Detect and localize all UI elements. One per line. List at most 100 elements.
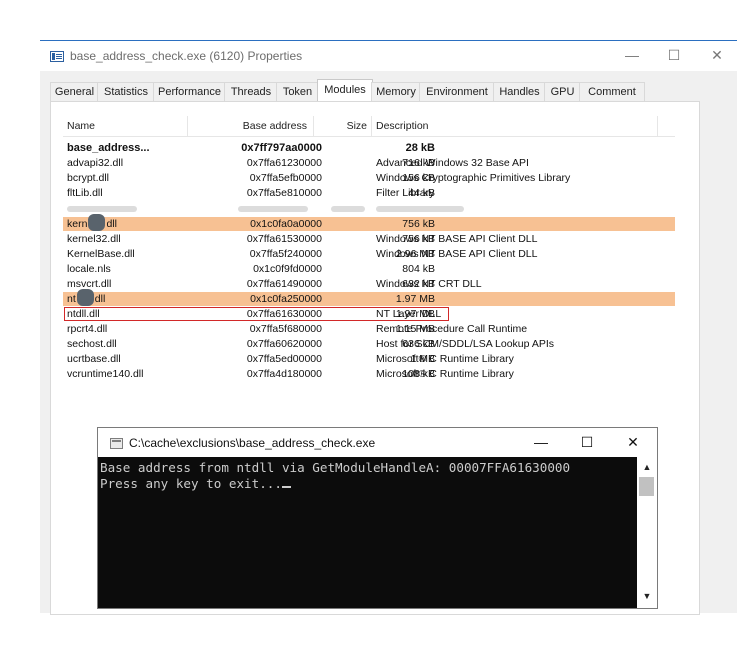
module-name: vcruntime140.dll [67,368,144,380]
tab-gpu[interactable]: GPU [544,82,581,101]
module-base-address: 0x7ffa60620000 [246,338,322,350]
module-base-address: 0x1c0f9fd0000 [253,263,322,275]
scroll-down-arrow-icon[interactable]: ▼ [637,590,657,602]
column-header-size[interactable]: Size [347,120,367,132]
column-divider[interactable] [313,116,314,136]
module-base-address: 0x7ffa61530000 [246,233,322,245]
redacted-description [376,202,464,216]
module-base-address: 0x1c0fa0a0000 [250,218,322,230]
module-row[interactable]: bcrypt.dll 0x7ffa5efb0000 156 kB Windows… [63,171,675,185]
close-button[interactable]: ✕ [697,41,737,71]
module-description: Microsoft® C Runtime Library [376,368,514,380]
tab-statistics[interactable]: Statistics [97,82,155,101]
module-description: Windows NT CRT DLL [376,278,482,290]
scroll-up-arrow-icon[interactable]: ▲ [637,461,657,473]
module-base-address: 0x7ffa61230000 [246,157,322,169]
module-row[interactable]: locale.nls 0x1c0f9fd0000 804 kB [63,262,675,276]
properties-window-title: base_address_check.exe (6120) Properties [70,49,303,63]
console-output[interactable]: Base address from ntdll via GetModuleHan… [98,457,636,608]
module-base-address: 0x7ffa4d180000 [246,368,322,380]
console-line: Press any key to exit... [100,476,291,491]
window-app-icon [50,51,64,62]
column-header-base-address[interactable]: Base address [243,120,307,132]
module-name: locale.nls [67,263,111,275]
redaction-mask [76,288,94,306]
text-cursor [281,486,291,488]
module-row[interactable]: vcruntime140.dll 0x7ffa4d180000 108 kB M… [63,367,675,381]
module-row[interactable]: base_address... 0x7ff797aa0000 28 kB [63,141,675,155]
module-base-address: 0x7ffa5e810000 [246,187,322,199]
module-name: advapi32.dll [67,157,124,169]
redaction-mask [88,213,106,231]
tab-environment[interactable]: Environment [419,82,495,101]
module-description: Remote Procedure Call Runtime [376,323,528,335]
module-name: nt dll [67,288,105,306]
module-description: Windows NT BASE API Client DLL [376,233,538,245]
module-row[interactable]: msvcrt.dll 0x7ffa61490000 632 kB Windows… [63,277,675,291]
modules-list[interactable]: Name Base address Size Description base_… [63,116,681,426]
column-divider[interactable] [371,116,372,136]
console-scrollbar[interactable]: ▲ ▼ [637,457,657,608]
module-base-address: 0x7ffa61630000 [246,308,322,320]
module-row[interactable]: advapi32.dll 0x7ffa61230000 716 kB Advan… [63,156,675,170]
module-name: kern dll [67,213,117,231]
module-description: Microsoft® C Runtime Library [376,353,514,365]
console-icon [110,438,123,449]
module-base-address: 0x7ffa5f240000 [249,248,322,260]
maximize-button[interactable]: ☐ [654,41,694,71]
module-row[interactable]: ucrtbase.dll 0x7ffa5ed00000 1 MB Microso… [63,352,675,366]
module-name: rpcrt4.dll [67,323,108,335]
tab-performance[interactable]: Performance [153,82,226,101]
module-name: ntdll.dll [67,308,100,320]
module-size: 1.97 MB [395,293,435,305]
module-base-address: 0x7ffa61490000 [246,278,322,290]
console-window-title: C:\cache\exclusions\base_address_check.e… [129,436,376,450]
column-header-name[interactable]: Name [67,120,95,132]
console-window: C:\cache\exclusions\base_address_check.e… [97,427,658,609]
console-title-bar[interactable]: C:\cache\exclusions\base_address_check.e… [98,428,657,457]
column-divider[interactable] [657,116,658,136]
module-description: Windows NT BASE API Client DLL [376,248,538,260]
module-name: base_address... [67,142,150,154]
console-close-button[interactable]: ✕ [610,428,656,457]
module-name: bcrypt.dll [67,172,110,184]
module-size: 28 kB [405,142,435,154]
module-row-highlighted[interactable]: kern dll 0x1c0fa0a0000 756 kB [63,213,675,231]
module-row[interactable]: KernelBase.dll 0x7ffa5f240000 2.96 MB Wi… [63,247,675,261]
module-description: Advanced Windows 32 Base API [376,157,529,169]
column-header-description[interactable]: Description [376,120,429,132]
module-row[interactable]: kernel32.dll 0x7ffa61530000 756 kB Windo… [63,232,675,246]
module-row-selected[interactable]: ntdll.dll 0x7ffa61630000 1.97 MB NT Laye… [63,307,675,321]
tab-handles[interactable]: Handles [493,82,546,101]
scroll-thumb[interactable] [639,477,654,496]
module-row-redacted[interactable] [63,202,675,216]
module-description: NT Layer DLL [376,308,442,320]
module-base-address: 0x7ffa5f680000 [249,323,322,335]
module-description: Filter Library [376,187,435,199]
console-maximize-button[interactable]: ☐ [564,428,610,457]
module-base-address: 0x7ffa5efb0000 [249,172,322,184]
module-row[interactable]: fltLib.dll 0x7ffa5e810000 44 kB Filter L… [63,186,675,200]
module-row[interactable]: sechost.dll 0x7ffa60620000 636 kB Host f… [63,337,675,351]
tab-general[interactable]: General [50,82,99,101]
module-name: ucrtbase.dll [67,353,121,365]
module-size: 804 kB [402,263,435,275]
module-description: Windows Cryptographic Primitives Library [376,172,571,184]
module-name: sechost.dll [67,338,117,350]
properties-title-bar[interactable]: base_address_check.exe (6120) Properties… [40,41,737,71]
tab-threads[interactable]: Threads [224,82,278,101]
module-row[interactable]: rpcrt4.dll 0x7ffa5f680000 1.15 MB Remote… [63,322,675,336]
tab-modules[interactable]: Modules [317,79,373,102]
console-minimize-button[interactable]: — [518,428,564,457]
module-name: fltLib.dll [67,187,103,199]
redacted-size [331,202,365,216]
tab-token[interactable]: Token [276,82,319,101]
minimize-button[interactable]: — [612,41,652,71]
tab-comment[interactable]: Comment [579,82,645,101]
module-size: 756 kB [402,218,435,230]
tab-memory[interactable]: Memory [371,82,421,101]
module-base-address: 0x1c0fa250000 [250,293,322,305]
module-base-address: 0x7ff797aa0000 [241,142,322,154]
column-divider[interactable] [187,116,188,136]
module-row-highlighted[interactable]: nt dll 0x1c0fa250000 1.97 MB [63,288,675,306]
